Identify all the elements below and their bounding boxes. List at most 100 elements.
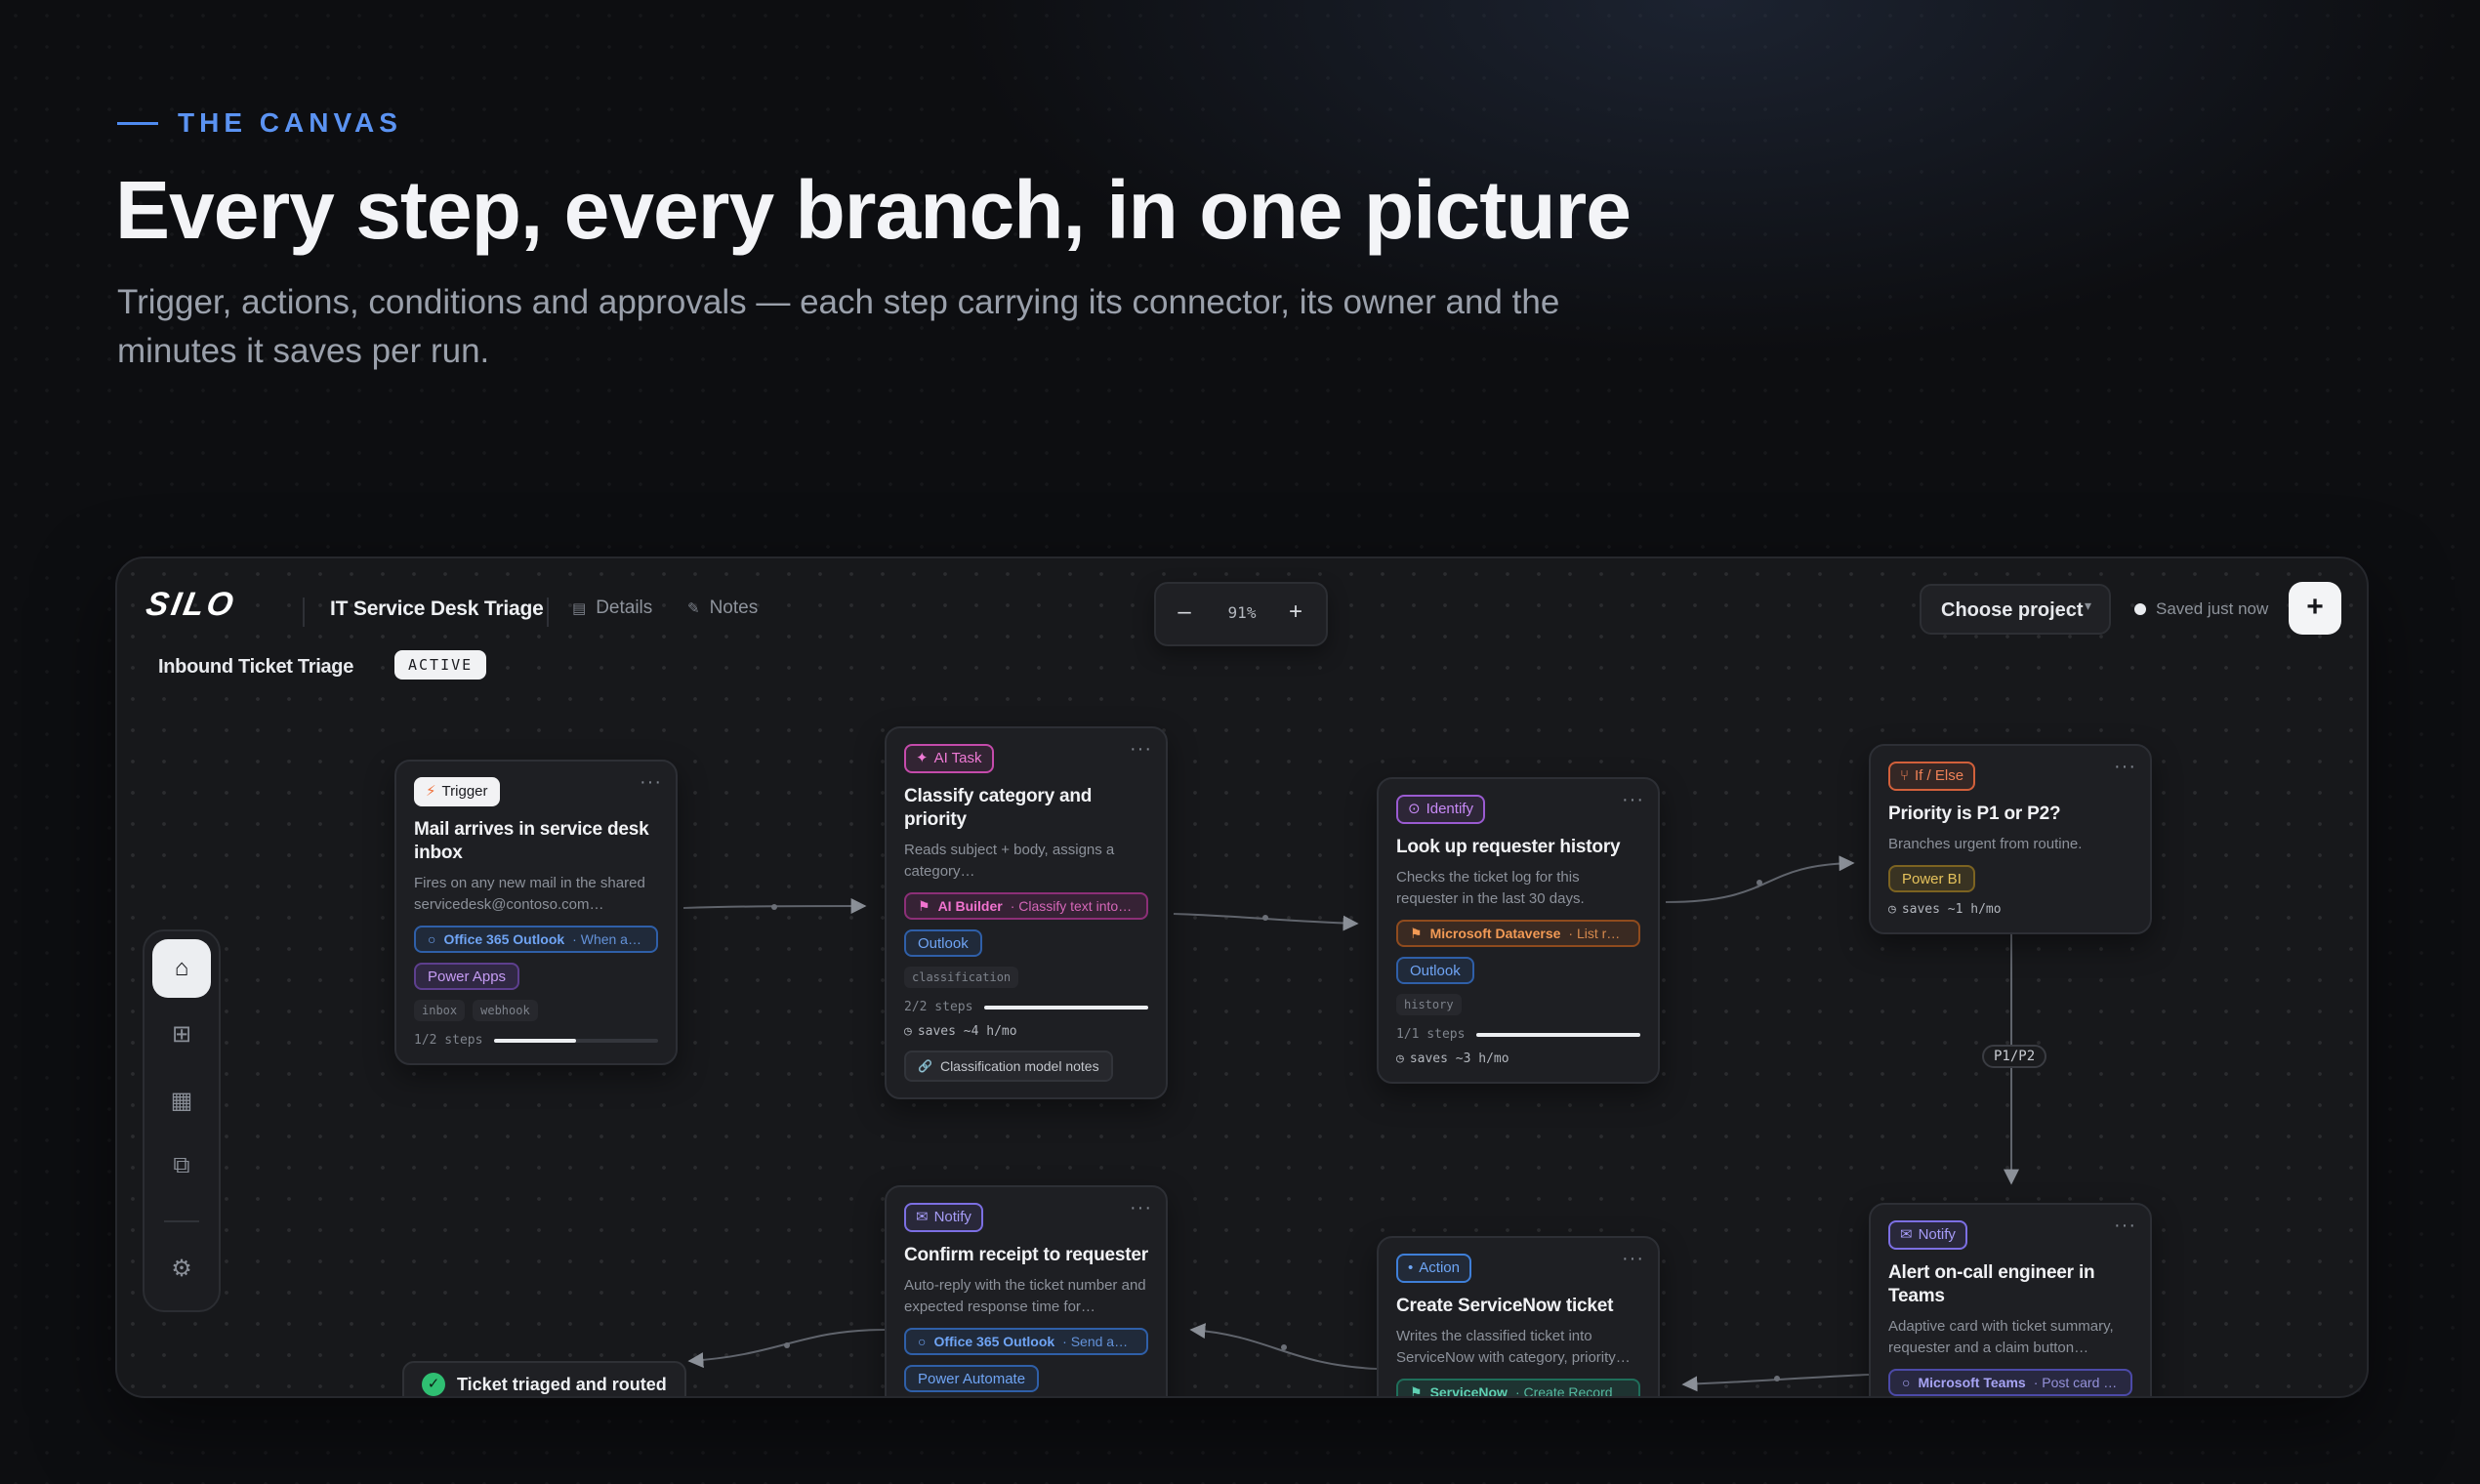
save-status: Saved just now <box>2134 599 2268 619</box>
time-saved: ◷ saves ~4 h/mo <box>904 1024 1148 1039</box>
node-lookup[interactable]: ··· ⊙ Identify Look up requester history… <box>1377 777 1660 1084</box>
connector-name: Microsoft Teams <box>1918 1375 2026 1390</box>
zoom-out-button[interactable]: – <box>1170 598 1199 627</box>
node-title: Create ServiceNow ticket <box>1396 1296 1614 1316</box>
node-kind-label: Identify <box>1426 801 1473 817</box>
app-pill[interactable]: Power Apps <box>414 963 520 990</box>
node-confirm[interactable]: ··· ✉ Notify Confirm receipt to requeste… <box>885 1185 1168 1396</box>
node-menu-icon[interactable]: ··· <box>2114 756 2136 778</box>
tag: webhook <box>473 1000 538 1021</box>
left-rail: ⌂ ⊞ ▦ ⧉ ⚙ <box>143 929 221 1312</box>
edge-confirm-end <box>687 1329 886 1369</box>
step-progress: 1/1 steps <box>1396 1027 1640 1042</box>
tab-notes[interactable]: ✎ Notes <box>687 598 758 619</box>
section-eyebrow: THE CANVAS <box>117 107 402 139</box>
check-icon: ✓ <box>422 1373 445 1396</box>
node-kind-badge: ⑂ If / Else <box>1888 762 1976 791</box>
node-kind-badge: ✉ Notify <box>1888 1220 1967 1250</box>
connector-detail: · Classify text into … <box>1010 898 1135 914</box>
app-window: SILO IT Service Desk Triage ▤ Details ✎ … <box>115 556 2369 1398</box>
node-kind-label: If / Else <box>1915 767 1964 784</box>
app-pill[interactable]: Power Automate <box>904 1365 1040 1392</box>
step-progress: 2/2 steps <box>904 1000 1148 1014</box>
eyebrow-text: THE CANVAS <box>178 107 402 138</box>
table-icon[interactable]: ▦ <box>152 1072 211 1131</box>
flag-icon: ⚑ <box>1410 1383 1423 1398</box>
app-pill[interactable]: Power BI <box>1888 865 1975 892</box>
progress-label: 1/2 steps <box>414 1033 483 1048</box>
link-icon: 🔗 <box>918 1059 932 1073</box>
node-kind-badge: ⊙ Identify <box>1396 795 1485 824</box>
node-menu-icon[interactable]: ··· <box>1622 789 1644 811</box>
document-icon: ▤ <box>572 600 587 617</box>
edge-label-p1p2[interactable]: P1/P2 <box>1982 1045 2047 1068</box>
flow-name: Inbound Ticket Triage <box>158 656 354 678</box>
connector-name: ServiceNow <box>1429 1384 1508 1398</box>
settings-icon[interactable]: ⚙ <box>152 1240 211 1298</box>
hero-subtitle: Trigger, actions, conditions and approva… <box>117 283 1560 370</box>
node-kind-label: AI Task <box>933 750 982 766</box>
time-saved-label: saves ~3 h/mo <box>1409 1051 1509 1066</box>
add-step-button[interactable]: + <box>2289 582 2341 635</box>
connector-chip[interactable]: ○ Microsoft Teams · Post card i… <box>1888 1369 2132 1396</box>
grid-icon[interactable]: ⊞ <box>152 1006 211 1064</box>
app-pill[interactable]: Outlook <box>1396 957 1474 984</box>
node-kind-label: Notify <box>1918 1226 1956 1243</box>
app-pill[interactable]: Outlook <box>904 929 982 957</box>
node-kind-badge: ✦ AI Task <box>904 744 994 773</box>
tab-notes-label: Notes <box>709 598 759 618</box>
project-select[interactable]: Choose project ▾ <box>1920 584 2111 635</box>
node-tags: classification <box>904 967 1148 988</box>
node-menu-icon[interactable]: ··· <box>1130 738 1152 761</box>
progress-fill <box>984 1005 1148 1010</box>
connector-chip[interactable]: ○ Office 365 Outlook · Send an… <box>904 1328 1148 1355</box>
toolbar-divider <box>303 598 305 627</box>
progress-track <box>1476 1032 1640 1037</box>
node-kind-label: Action <box>1419 1259 1460 1276</box>
connector-detail: · Send an… <box>1062 1334 1135 1349</box>
connector-chip[interactable]: ⚑ ServiceNow · Create Record <box>1396 1379 1640 1398</box>
home-icon[interactable]: ⌂ <box>152 939 211 998</box>
node-priority[interactable]: ··· ⑂ If / Else Priority is P1 or P2? Br… <box>1869 744 2152 934</box>
layers-icon[interactable]: ⧉ <box>152 1136 211 1195</box>
silo-logo[interactable]: SILO <box>144 586 239 624</box>
time-saved-label: saves ~4 h/mo <box>917 1024 1017 1039</box>
node-menu-icon[interactable]: ··· <box>2114 1215 2136 1237</box>
clock-icon: ◷ <box>1396 1051 1404 1066</box>
zoom-in-button[interactable]: + <box>1281 598 1310 627</box>
connector-chip[interactable]: ⚑ Microsoft Dataverse · List ro… <box>1396 920 1640 947</box>
lightning-icon: ⚡ <box>426 783 436 800</box>
connector-name: Office 365 Outlook <box>443 931 565 947</box>
connector-chip[interactable]: ○ Office 365 Outlook · When a … <box>414 926 658 953</box>
node-alert[interactable]: ··· ✉ Notify Alert on-call engineer in T… <box>1869 1203 2152 1396</box>
node-description: Auto-reply with the ticket number and ex… <box>904 1277 1146 1315</box>
progress-track <box>984 1005 1148 1010</box>
mail-icon: ✉ <box>1900 1226 1913 1243</box>
project-select-label: Choose project <box>1941 599 2084 621</box>
node-create[interactable]: ··· • Action Create ServiceNow ticket Wr… <box>1377 1236 1660 1398</box>
connector-detail: · When a … <box>572 931 644 947</box>
node-title: Alert on-call engineer in Teams <box>1888 1262 2095 1306</box>
circle-icon: ○ <box>918 1334 927 1349</box>
connector-name: AI Builder <box>937 898 1003 914</box>
dot-icon: • <box>1408 1259 1414 1276</box>
node-menu-icon[interactable]: ··· <box>1130 1197 1152 1219</box>
edge-trigger-classify <box>682 898 867 915</box>
target-icon: ⊙ <box>1408 801 1421 817</box>
node-title: Priority is P1 or P2? <box>1888 804 2061 824</box>
step-progress: 1/2 steps <box>414 1033 658 1048</box>
tab-details[interactable]: ▤ Details <box>572 598 652 619</box>
node-classify[interactable]: ··· ✦ AI Task Classify category and prio… <box>885 726 1168 1099</box>
connector-chip[interactable]: ⚑ AI Builder · Classify text into … <box>904 892 1148 920</box>
zoom-control: – 91% + <box>1154 582 1328 646</box>
tag: classification <box>904 967 1019 988</box>
node-menu-icon[interactable]: ··· <box>1622 1248 1644 1270</box>
node-description: Writes the classified ticket into Servic… <box>1396 1328 1631 1366</box>
node-menu-icon[interactable]: ··· <box>640 771 662 794</box>
notes-link-button[interactable]: 🔗 Classification model notes <box>904 1051 1113 1082</box>
zoom-level: 91% <box>1227 603 1257 622</box>
node-description: Reads subject + body, assigns a category… <box>904 842 1115 880</box>
progress-label: 1/1 steps <box>1396 1027 1466 1042</box>
end-node[interactable]: ✓ Ticket triaged and routed <box>402 1361 686 1396</box>
node-trigger[interactable]: ··· ⚡ Trigger Mail arrives in service de… <box>394 760 678 1065</box>
